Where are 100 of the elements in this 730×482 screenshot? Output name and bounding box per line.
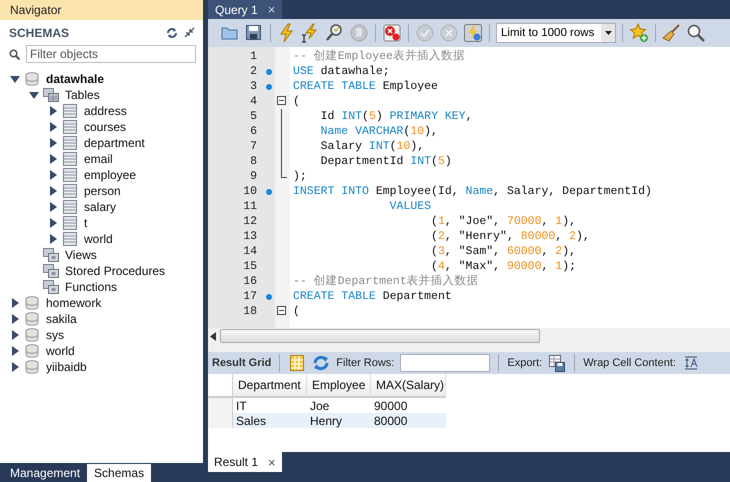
code-line: -- 创建Employee表并插入数据 xyxy=(292,49,465,64)
table-icon xyxy=(62,152,78,166)
line-number: 2 xyxy=(250,65,257,78)
schema-name[interactable]: yiibaidb xyxy=(46,360,87,374)
close-icon[interactable]: × xyxy=(268,454,276,470)
line-number: 14 xyxy=(243,245,257,258)
expand-arrow-icon[interactable] xyxy=(9,329,21,341)
line-number: 15 xyxy=(243,260,257,273)
expand-arrow-icon[interactable] xyxy=(47,121,59,133)
scroll-left-icon[interactable] xyxy=(210,332,216,340)
code-line: (2, "Henry", 80000, 2), xyxy=(430,229,590,244)
collapse-arrow-icon[interactable] xyxy=(9,73,21,85)
star-plus-icon[interactable] xyxy=(629,23,649,43)
schema-name[interactable]: sys xyxy=(46,328,64,342)
table-cell: Henry xyxy=(307,413,371,428)
table-icon xyxy=(62,104,78,118)
line-number: 9 xyxy=(250,170,257,183)
code-line: -- 创建Department表并插入数据 xyxy=(292,274,479,289)
folder-name[interactable]: Views xyxy=(65,248,97,262)
panel-tab[interactable]: Management xyxy=(3,464,88,482)
columns-icon[interactable] xyxy=(288,354,306,372)
expand-arrow-icon[interactable] xyxy=(9,313,21,325)
error-stop-icon[interactable] xyxy=(382,23,402,43)
table-name[interactable]: email xyxy=(84,152,113,166)
table-name[interactable]: employee xyxy=(84,168,136,182)
filter-field[interactable]: Filter objects xyxy=(26,45,196,63)
collapse-arrow-icon[interactable] xyxy=(28,89,40,101)
folder-name[interactable]: Functions xyxy=(65,280,118,294)
line-number: 18 xyxy=(243,305,257,318)
autocommit-icon[interactable] xyxy=(463,23,483,43)
table-name[interactable]: salary xyxy=(84,200,116,214)
table-name[interactable]: t xyxy=(84,216,88,230)
line-number: 8 xyxy=(250,155,257,168)
scrollbar-thumb[interactable] xyxy=(220,329,540,343)
folder-name[interactable]: Tables xyxy=(65,88,100,102)
table-cell-text: IT xyxy=(235,398,248,413)
code-line: INSERT INTO Employee(Id, Name, Salary, DepartmentId) xyxy=(292,184,652,199)
table-name[interactable]: address xyxy=(84,104,127,118)
expand-arrow-icon[interactable] xyxy=(47,105,59,117)
close-icon[interactable]: × xyxy=(268,2,276,17)
column-header[interactable]: MAX(Salary) xyxy=(371,374,446,398)
column-header[interactable]: Department xyxy=(233,374,307,398)
expand-arrow-icon[interactable] xyxy=(47,185,59,197)
filter-rows-field[interactable] xyxy=(400,354,490,372)
table-name[interactable]: world xyxy=(84,232,113,246)
database-icon xyxy=(24,344,40,358)
result-tab[interactable]: Result 1 × xyxy=(208,452,282,472)
table-icon xyxy=(62,232,78,246)
expand-arrow-icon[interactable] xyxy=(9,297,21,309)
save-icon[interactable] xyxy=(244,23,264,43)
expand-arrow-icon[interactable] xyxy=(47,153,59,165)
tab-label: Result 1 xyxy=(214,455,258,469)
expand-arrow-icon[interactable] xyxy=(47,137,59,149)
schema-name[interactable]: datawhale xyxy=(46,72,104,86)
export-icon[interactable] xyxy=(548,354,566,372)
schema-name[interactable]: sakila xyxy=(46,312,77,326)
panel-title: Navigator xyxy=(10,3,62,17)
tables-icon xyxy=(43,88,59,102)
search-icon[interactable] xyxy=(686,23,706,43)
caret-icon xyxy=(604,31,612,35)
refresh-icon[interactable] xyxy=(166,27,178,39)
refresh-icon[interactable] xyxy=(312,354,330,372)
code-line: DepartmentId INT(5) xyxy=(320,154,452,169)
table-name[interactable]: department xyxy=(84,136,145,150)
broom-icon[interactable] xyxy=(662,23,682,43)
table-name[interactable]: courses xyxy=(84,120,126,134)
column-header[interactable]: Employee xyxy=(307,374,371,398)
code-line: Salary INT(10), xyxy=(320,139,424,154)
database-icon xyxy=(24,328,40,342)
schema-name[interactable]: homework xyxy=(46,296,102,310)
tab-label: Query 1 xyxy=(215,2,258,16)
folder-name[interactable]: Stored Procedures xyxy=(65,264,166,278)
query-tab[interactable]: Query 1 × xyxy=(208,0,282,19)
expand-arrow-icon[interactable] xyxy=(9,361,21,373)
database-icon xyxy=(24,72,40,86)
result-grid-label[interactable]: Result Grid xyxy=(212,357,272,369)
table-cell: 80000 xyxy=(371,413,446,428)
table-icon xyxy=(62,200,78,214)
line-number: 17 xyxy=(243,290,257,303)
section-title: SCHEMAS xyxy=(9,26,70,40)
table-name[interactable]: person xyxy=(84,184,121,198)
expand-arrow-icon[interactable] xyxy=(47,217,59,229)
schema-name[interactable]: world xyxy=(46,344,75,358)
expand-arrow-icon[interactable] xyxy=(47,233,59,245)
line-number: 12 xyxy=(243,215,257,228)
code-line: USE datawhale; xyxy=(292,64,390,79)
fold-toggle-icon[interactable] xyxy=(277,96,286,105)
line-number: 10 xyxy=(243,185,257,198)
line-number: 3 xyxy=(250,80,257,93)
code-line: (4, "Max", 90000, 1); xyxy=(430,259,576,274)
database-icon xyxy=(24,360,40,374)
table-icon xyxy=(62,120,78,134)
collapse-icon[interactable] xyxy=(184,27,195,38)
code-line: (3, "Sam", 60000, 2), xyxy=(430,244,576,259)
expand-arrow-icon[interactable] xyxy=(9,345,21,357)
expand-arrow-icon[interactable] xyxy=(47,169,59,181)
fold-toggle-icon[interactable] xyxy=(277,306,286,315)
limit-dropdown[interactable]: Limit to 1000 rows xyxy=(496,23,616,43)
expand-arrow-icon[interactable] xyxy=(47,201,59,213)
panel-tab[interactable]: Schemas xyxy=(87,464,152,482)
